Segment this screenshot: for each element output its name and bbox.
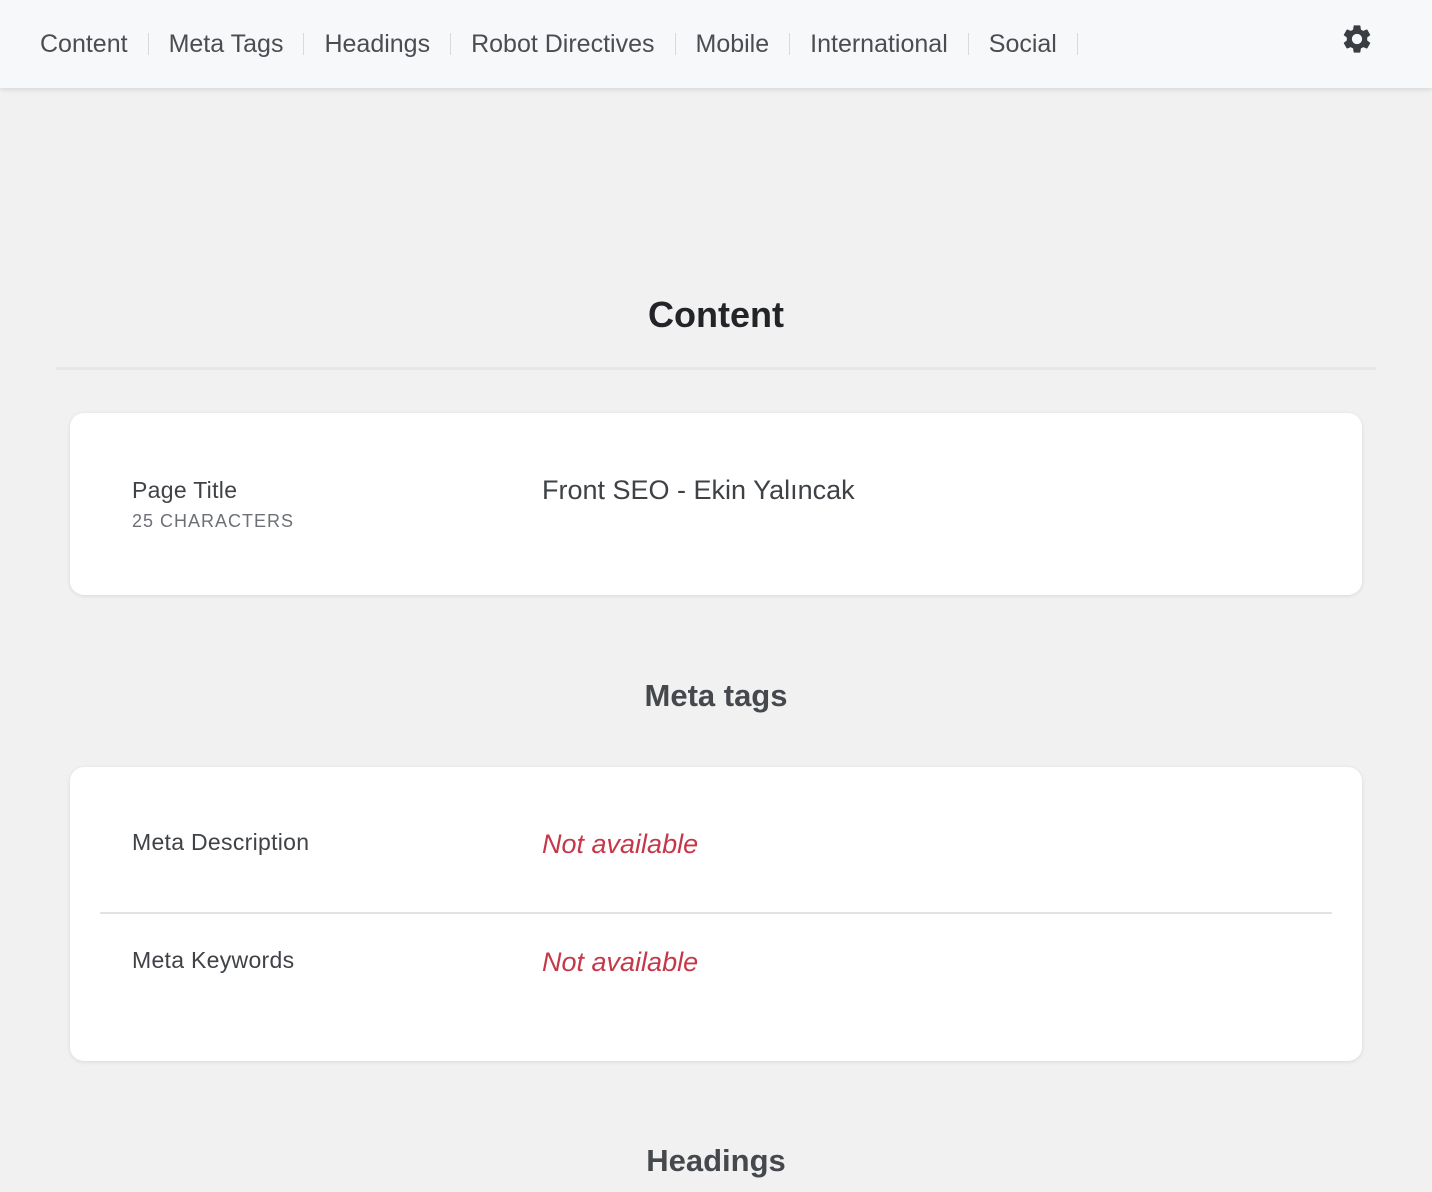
meta-keywords-row: Meta Keywords Not available [70,914,1362,1061]
meta-description-row: Meta Description Not available [70,767,1362,913]
nav-separator [967,33,969,55]
page-title-value: Front SEO - Ekin Yalıncak [542,475,855,505]
nav-item-headings[interactable]: Headings [324,30,471,59]
nav-separator [1076,33,1078,55]
nav-item-meta-tags[interactable]: Meta Tags [169,30,325,59]
page-title-label: Page Title [132,477,238,503]
section-title-headings: Headings [646,1143,786,1178]
page-title-card: Page Title 25 CHARACTERS Front SEO - Eki… [70,413,1362,595]
nav-item-mobile[interactable]: Mobile [696,30,811,59]
nav-separator [674,33,676,55]
section-title-meta-tags: Meta tags [644,678,788,713]
nav-item-label: Mobile [695,29,770,58]
nav-separator [147,33,149,55]
nav-item-international[interactable]: International [810,30,989,59]
page-title-row: Page Title 25 CHARACTERS Front SEO - Eki… [70,413,1362,595]
nav-separator [303,33,305,55]
meta-keywords-label: Meta Keywords [132,947,295,973]
section-tabs: Content Meta Tags Headings Robot Directi… [40,0,1098,88]
nav-item-label: Headings [324,29,431,58]
section-title-content: Content [648,294,784,335]
nav-item-social[interactable]: Social [989,30,1098,59]
page-title-character-count: 25 CHARACTERS [132,511,295,531]
nav-item-label: Social [988,29,1057,58]
nav-item-robot-directives[interactable]: Robot Directives [471,30,695,59]
meta-keywords-value: Not available [542,947,699,977]
section-divider [56,367,1376,370]
nav-item-label: Meta Tags [168,29,284,58]
nav-separator [789,33,791,55]
meta-description-label: Meta Description [132,829,310,855]
nav-item-content[interactable]: Content [40,30,169,59]
nav-item-label: Robot Directives [471,29,655,58]
gear-icon[interactable] [1340,22,1374,56]
nav-item-label: International [810,29,948,58]
top-navigation-bar: Content Meta Tags Headings Robot Directi… [0,0,1432,88]
meta-description-value: Not available [542,829,699,859]
nav-separator [450,33,452,55]
nav-item-label: Content [40,29,128,58]
meta-tags-card: Meta Description Not available Meta Keyw… [70,767,1362,1061]
